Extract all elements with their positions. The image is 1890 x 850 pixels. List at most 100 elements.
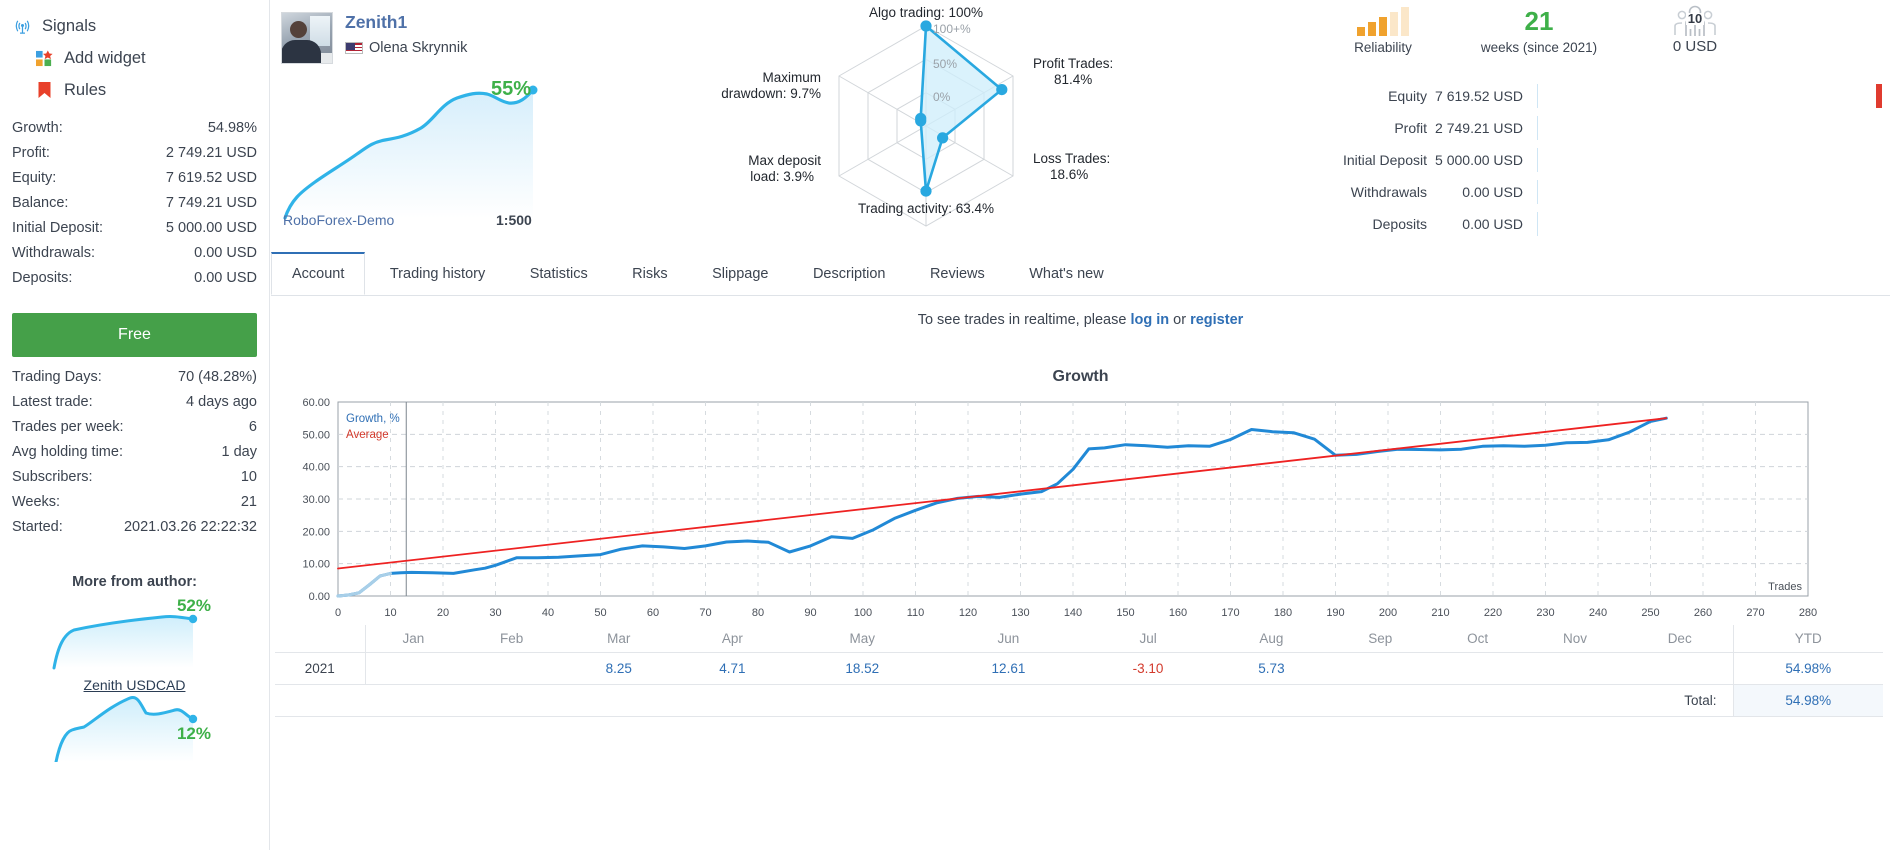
reliability-badge: Reliability	[1323, 6, 1443, 55]
radar-label-maxdeposit-l2: load: 3.9%	[750, 169, 814, 184]
stat-row: Avg holding time: 1 day	[12, 444, 257, 469]
page-title[interactable]: Zenith1	[345, 12, 467, 33]
radar-ring-label-100: 100+%	[933, 22, 971, 36]
avatar	[281, 12, 333, 64]
bar-label: Deposits	[1312, 216, 1427, 232]
bar-row: Withdrawals 0.00 USD	[1312, 176, 1882, 208]
x-tick-label: 180	[1274, 607, 1292, 619]
stat-value: 10	[241, 469, 257, 485]
free-subscribe-button[interactable]: Free	[12, 313, 257, 357]
author-signal-widget-2[interactable]: 12%	[12, 686, 257, 764]
bar-track	[1537, 116, 1882, 140]
x-tick-label: 220	[1484, 607, 1502, 619]
x-tick-label: 120	[959, 607, 977, 619]
badges-row: Reliability 21 weeks (since 2021) 10	[1323, 6, 1755, 55]
bar-track	[1537, 212, 1882, 236]
col-header-apr: Apr	[676, 625, 790, 653]
stat-row: Initial Deposit: 5 000.00 USD	[12, 220, 257, 245]
subscribers-badge: 10 0 USD	[1635, 6, 1755, 55]
reliability-label: Reliability	[1323, 40, 1443, 55]
tab-reviews[interactable]: Reviews	[910, 254, 1005, 294]
y-tick-label: 30.00	[302, 494, 330, 506]
us-flag-icon	[345, 42, 363, 54]
sidebar-item-add-widget[interactable]: Add widget	[12, 42, 257, 74]
stat-key: Balance:	[12, 195, 68, 211]
radar-label-loss-trades-l1: Loss Trades:	[1033, 151, 1110, 166]
tab-description[interactable]: Description	[793, 254, 906, 294]
stat-value: 7 619.52 USD	[166, 170, 257, 186]
author-signal-growth-2: 12%	[177, 724, 211, 744]
x-axis-label: Trades	[1768, 581, 1802, 593]
stat-key: Latest trade:	[12, 394, 93, 410]
bar-track	[1537, 148, 1882, 172]
stat-value: 54.98%	[208, 120, 257, 136]
stat-key: Profit:	[12, 145, 50, 161]
tab-whats-new[interactable]: What's new	[1009, 254, 1124, 294]
stat-value: 4 days ago	[186, 394, 257, 410]
broker-link[interactable]: RoboForex-Demo	[283, 212, 394, 228]
radar-data-polygon	[921, 26, 1002, 191]
x-tick-label: 280	[1799, 607, 1817, 619]
more-from-author-title: More from author:	[12, 574, 257, 590]
sidebar-item-rules[interactable]: Rules	[12, 74, 257, 106]
stat-row: Weeks: 21	[12, 494, 257, 519]
table-header-row: Jan Feb Mar Apr May Jun Jul Aug Sep Oct …	[275, 625, 1883, 653]
x-tick-label: 270	[1746, 607, 1764, 619]
stat-value: 1 day	[222, 444, 257, 460]
bar-row: Deposits 0.00 USD	[1312, 208, 1882, 240]
x-tick-label: 10	[384, 607, 396, 619]
stat-value: 21	[241, 494, 257, 510]
cell-jan	[365, 653, 461, 685]
sidebar-item-rules-label: Rules	[64, 81, 106, 100]
col-header-oct: Oct	[1432, 625, 1523, 653]
col-header-ytd: YTD	[1733, 625, 1883, 653]
cell-may: 18.52	[789, 653, 935, 685]
x-tick-label: 30	[489, 607, 501, 619]
subscribers-icon: 10	[1635, 6, 1755, 36]
tab-statistics[interactable]: Statistics	[510, 254, 608, 294]
cell-dec	[1627, 653, 1733, 685]
login-link[interactable]: log in	[1130, 312, 1169, 328]
bar-value: 2 749.21 USD	[1427, 120, 1537, 136]
legend-average: Average	[346, 429, 389, 441]
stat-key: Started:	[12, 519, 63, 535]
col-header-nov: Nov	[1523, 625, 1627, 653]
x-tick-label: 170	[1221, 607, 1239, 619]
sidebar-item-signals[interactable]: Signals	[12, 10, 257, 42]
tab-bar: Account Trading history Statistics Risks…	[271, 252, 1890, 296]
author-signal-growth: 52%	[177, 596, 211, 616]
x-tick-label: 40	[542, 607, 554, 619]
radar-label-profit-trades-l2: 81.4%	[1054, 72, 1092, 87]
x-tick-label: 130	[1011, 607, 1029, 619]
tab-risks[interactable]: Risks	[612, 254, 687, 294]
cell-feb	[461, 653, 562, 685]
x-tick-label: 200	[1379, 607, 1397, 619]
bar-row: Profit 2 749.21 USD	[1312, 112, 1882, 144]
x-tick-label: 80	[752, 607, 764, 619]
radar-label-profit-trades-l1: Profit Trades:	[1033, 56, 1113, 71]
cell-ytd: 54.98%	[1733, 653, 1883, 685]
bar-value: 0.00 USD	[1427, 184, 1537, 200]
cell-aug: 5.73	[1215, 653, 1329, 685]
tab-slippage[interactable]: Slippage	[692, 254, 788, 294]
author-signal-widget[interactable]: 52% Zenith USDCAD	[12, 598, 257, 676]
account-stats: Growth: 54.98% Profit: 2 749.21 USD Equi…	[12, 120, 257, 295]
stat-key: Trades per week:	[12, 419, 123, 435]
reliability-bars-icon	[1323, 6, 1443, 36]
cell-oct	[1432, 653, 1523, 685]
balance-bars: Equity 7 619.52 USD Profit 2 749.21 USD …	[1312, 80, 1882, 240]
sidebar: Signals Add widget Rules	[0, 0, 270, 850]
x-tick-label: 0	[335, 607, 341, 619]
cell-sep	[1328, 653, 1432, 685]
stat-row: Withdrawals: 0.00 USD	[12, 245, 257, 270]
realtime-prefix: To see trades in realtime, please	[918, 312, 1131, 328]
register-link[interactable]: register	[1190, 312, 1243, 328]
tab-account[interactable]: Account	[271, 252, 365, 295]
stat-key: Avg holding time:	[12, 444, 123, 460]
bar-row: Initial Deposit 5 000.00 USD	[1312, 144, 1882, 176]
tab-trading-history[interactable]: Trading history	[370, 254, 505, 294]
radar-ring-label-0: 0%	[933, 90, 951, 104]
sidebar-item-signals-label: Signals	[42, 17, 96, 36]
col-header-jun: Jun	[935, 625, 1081, 653]
stat-key: Equity:	[12, 170, 56, 186]
